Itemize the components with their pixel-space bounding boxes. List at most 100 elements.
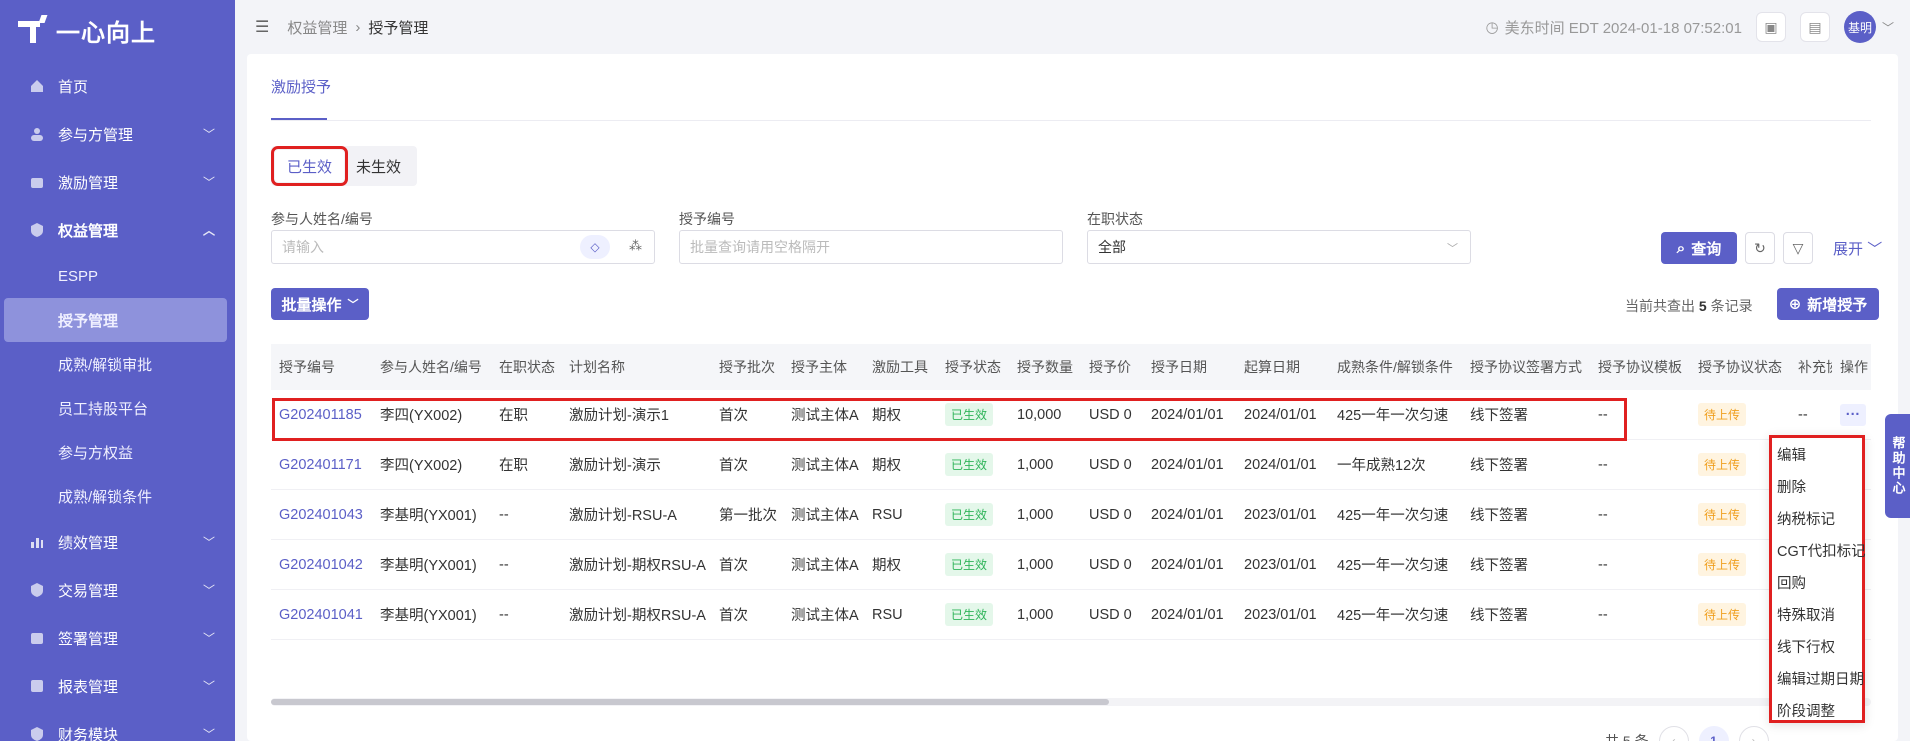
breadcrumb-item[interactable]: 权益管理 bbox=[287, 17, 347, 38]
sidebar-sub-esop-platform[interactable]: 员工持股平台 bbox=[0, 386, 235, 430]
grant-id-link[interactable]: G202401171 bbox=[271, 457, 372, 473]
sidebar-item-equity[interactable]: 权益管理 ︿ bbox=[0, 206, 235, 254]
chevron-up-icon: ︿ bbox=[202, 223, 215, 238]
chart-icon bbox=[28, 533, 46, 551]
grant-id-link[interactable]: G202401043 bbox=[271, 507, 372, 523]
grid-icon[interactable]: ⁂ bbox=[629, 238, 642, 254]
sidebar-sub-participant-equity[interactable]: 参与方权益 bbox=[0, 430, 235, 474]
batch-operation-button[interactable]: 批量操作 ﹀ bbox=[271, 288, 369, 320]
column-header: 授予状态 bbox=[945, 359, 1001, 375]
table-cell: 425一年一次匀速 bbox=[1337, 558, 1449, 574]
expand-filters-link[interactable]: 展开 ﹀ bbox=[1833, 238, 1882, 259]
clock: ◷ 美东时间 EDT 2024-01-18 07:52:01 bbox=[1486, 17, 1742, 38]
query-button-label: 查询 bbox=[1691, 240, 1722, 258]
pagination: 共 5 条 ‹ 1 › bbox=[1605, 726, 1769, 741]
menu-item[interactable]: 删除 bbox=[1772, 470, 1862, 502]
table-cell: 已生效 bbox=[937, 603, 1009, 626]
next-page-button[interactable]: › bbox=[1738, 726, 1769, 741]
column-header: 授予日期 bbox=[1151, 359, 1207, 375]
table-row[interactable]: G202401041 李基明(YX001) -- 激励计划-期权RSU-A 首次 测试主体… bbox=[271, 590, 1871, 640]
name-filter-input[interactable]: 请输入 ◇ ⁂ bbox=[271, 230, 655, 264]
grant-no-filter-input[interactable]: 批量查询请用空格隔开 bbox=[679, 230, 1063, 264]
sidebar-item-participants[interactable]: 参与方管理 ﹀ bbox=[0, 110, 235, 158]
column-header: 计划名称 bbox=[569, 359, 625, 375]
status-badge: 已生效 bbox=[945, 603, 994, 626]
sidebar-item-performance[interactable]: 绩效管理 ﹀ bbox=[0, 518, 235, 566]
chevron-down-icon: ﹀ bbox=[202, 535, 215, 550]
query-button[interactable]: ⌕ 查询 bbox=[1661, 232, 1737, 264]
sidebar-item-incentive[interactable]: 激励管理 ﹀ bbox=[0, 158, 235, 206]
table-row[interactable]: G202401171 李四(YX002) 在职 激励计划-演示 首次 测试主体A 期权 已生效… bbox=[271, 440, 1871, 490]
status-badge: 已生效 bbox=[945, 553, 994, 576]
menu-item[interactable]: 编辑 bbox=[1772, 438, 1862, 470]
grant-id-link[interactable]: G202401041 bbox=[271, 607, 372, 623]
sidebar-sub-vesting-conditions[interactable]: 成熟/解锁条件 bbox=[0, 474, 235, 518]
header-right: ◷ 美东时间 EDT 2024-01-18 07:52:01 ▣ ▤ 基明 ﹀ bbox=[1486, 0, 1894, 54]
menu-item[interactable]: CGT代扣标记 bbox=[1772, 534, 1866, 566]
status-badge: 已生效 bbox=[945, 453, 994, 476]
pen-icon bbox=[28, 629, 46, 647]
menu-item[interactable]: 线下行权 bbox=[1772, 630, 1862, 662]
employment-status-select[interactable]: 全部 ﹀ bbox=[1087, 230, 1471, 264]
table-cell: 激励计划-RSU-A bbox=[569, 508, 677, 524]
table-cell: -- bbox=[1598, 506, 1608, 523]
table-cell: 在职 bbox=[499, 458, 528, 474]
add-grant-button[interactable]: ⊕ 新增授予 bbox=[1777, 288, 1879, 320]
column-header: 授予价 bbox=[1089, 359, 1131, 375]
table-cell: 425一年一次匀速 bbox=[1337, 508, 1449, 524]
menu-item[interactable]: 回购 bbox=[1772, 566, 1862, 598]
pagination-total: 共 5 条 bbox=[1605, 733, 1649, 741]
agreement-status-badge: 待上传 bbox=[1698, 453, 1747, 476]
more-actions-button[interactable]: ··· bbox=[1840, 403, 1866, 426]
name-filter-label: 参与人姓名/编号 bbox=[271, 211, 373, 227]
prev-page-button[interactable]: ‹ bbox=[1658, 726, 1689, 741]
table-cell: -- bbox=[1598, 556, 1608, 573]
sidebar-item-finance[interactable]: 财务模块 ﹀ bbox=[0, 710, 235, 741]
book-icon[interactable]: ▤ bbox=[1799, 12, 1830, 42]
count-suffix: 条记录 bbox=[1710, 298, 1753, 314]
table-cell: 期权 bbox=[872, 558, 901, 574]
sidebar-item-trading[interactable]: 交易管理 ﹀ bbox=[0, 566, 235, 614]
clock-text: 美东时间 EDT 2024-01-18 07:52:01 bbox=[1504, 19, 1742, 37]
sidebar-sub-vesting-approval[interactable]: 成熟/解锁审批 bbox=[0, 342, 235, 386]
sidebar-item-signing[interactable]: 签署管理 ﹀ bbox=[0, 614, 235, 662]
menu-item[interactable]: 纳税标记 bbox=[1772, 502, 1862, 534]
reset-icon[interactable]: ↻ bbox=[1745, 232, 1775, 264]
help-center-label: 帮助中心 bbox=[1890, 436, 1906, 496]
segment-not-effective[interactable]: 未生效 bbox=[344, 150, 413, 182]
scrollbar-thumb[interactable] bbox=[271, 699, 1109, 705]
table-row[interactable]: G202401043 李基明(YX001) -- 激励计划-RSU-A 第一批次 测试主体… bbox=[271, 490, 1871, 540]
employment-status-label: 在职状态 bbox=[1087, 211, 1143, 227]
chevron-down-icon[interactable]: ﹀ bbox=[1882, 19, 1894, 36]
tag-icon[interactable]: ◇ bbox=[580, 235, 610, 259]
page-button-current[interactable]: 1 bbox=[1698, 726, 1729, 741]
sidebar-sub-espp[interactable]: ESPP bbox=[0, 254, 235, 298]
menu-item[interactable]: 编辑过期日期 bbox=[1772, 662, 1864, 694]
home-icon bbox=[28, 77, 46, 95]
name-filter-placeholder: 请输入 bbox=[282, 239, 324, 255]
horizontal-scrollbar[interactable] bbox=[271, 698, 1871, 706]
chevron-right-icon: › bbox=[355, 18, 361, 36]
table-cell: 李四(YX002) bbox=[380, 458, 463, 474]
sidebar-item-reports[interactable]: 报表管理 ﹀ bbox=[0, 662, 235, 710]
avatar[interactable]: 基明 bbox=[1843, 11, 1876, 43]
sidebar-item-label: 参与方管理 bbox=[58, 126, 134, 144]
tab-grant[interactable]: 激励授予 bbox=[271, 76, 331, 97]
top-header: ☰ 权益管理 › 授予管理 ◷ 美东时间 EDT 2024-01-18 07:5… bbox=[235, 0, 1910, 54]
table-row[interactable]: G202401042 李基明(YX001) -- 激励计划-期权RSU-A 首次 测试主体… bbox=[271, 540, 1871, 590]
grant-id-link[interactable]: G202401042 bbox=[271, 557, 372, 573]
filter-icon[interactable]: ▽ bbox=[1783, 232, 1813, 264]
table-cell: 待上传 bbox=[1690, 403, 1790, 426]
table-cell: 线下签署 bbox=[1470, 458, 1528, 474]
logo[interactable]: 一心向上 bbox=[18, 10, 156, 50]
clipboard-icon[interactable]: ▣ bbox=[1755, 12, 1786, 42]
sidebar-sub-grant[interactable]: 授予管理 bbox=[4, 298, 227, 342]
segment-effective[interactable]: 已生效 bbox=[270, 146, 349, 186]
clock-icon: ◷ bbox=[1485, 19, 1499, 36]
menu-item[interactable]: 阶段调整 bbox=[1772, 694, 1862, 726]
help-center-tab[interactable]: 帮助中心 bbox=[1885, 414, 1910, 518]
sidebar-item-home[interactable]: 首页 bbox=[0, 62, 235, 110]
menu-item[interactable]: 特殊取消 bbox=[1772, 598, 1862, 630]
table-cell: 2023/01/01 bbox=[1244, 556, 1317, 573]
collapse-menu-icon[interactable]: ☰ bbox=[255, 17, 269, 37]
